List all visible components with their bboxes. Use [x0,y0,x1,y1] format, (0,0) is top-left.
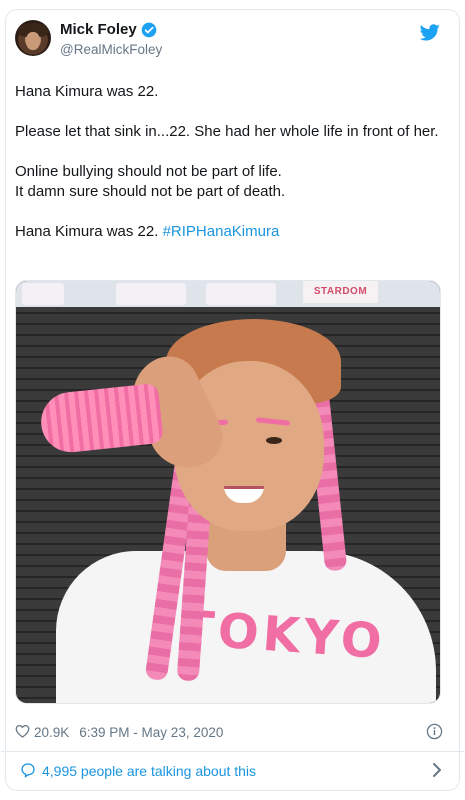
tweet-text: Hana Kimura was 22. Please let that sink… [15,82,443,262]
timestamp-link[interactable]: 6:39 PM - May 23, 2020 [79,725,223,740]
avatar[interactable] [15,20,51,56]
author-name[interactable]: Mick Foley [60,21,137,38]
tweet-paragraph-1: Hana Kimura was 22. [15,83,159,100]
author-block[interactable]: Mick Foley @RealMickFoley [60,21,162,57]
twitter-bird-icon[interactable] [419,24,440,46]
tweet-paragraph-3: Online bullying should not be part of li… [15,163,286,200]
photo-banner: STARDOM [16,281,440,307]
like-count: 20.9K [34,724,70,740]
tweet-paragraph-2: Please let that sink in...22. She had he… [15,123,439,140]
info-icon[interactable] [426,723,443,743]
divider [1,751,464,752]
author-name-row[interactable]: Mick Foley [60,21,157,38]
chevron-right-icon[interactable] [432,762,442,781]
like-button[interactable]: 20.9K [15,724,69,741]
tweet-header: Mick Foley @RealMickFoley [15,20,440,60]
tweet-paragraph-4: Hana Kimura was 22. #RIPHanaKimura [15,223,280,240]
speech-bubble-icon [20,762,36,781]
tweet-photo[interactable]: STARDOM TOKYO [15,280,441,704]
author-handle[interactable]: @RealMickFoley [60,42,162,57]
photo-banner-logo: STARDOM [303,281,378,303]
heart-icon [15,724,30,741]
conversation-link[interactable]: 4,995 people are talking about this [20,761,444,781]
verified-badge-icon [141,22,157,38]
shirt-print: TOKYO [179,600,388,671]
hashtag-link[interactable]: #RIPHanaKimura [163,223,280,240]
conversation-text[interactable]: 4,995 people are talking about this [42,763,256,779]
tweet-meta: 20.9K 6:39 PM - May 23, 2020 [15,722,443,742]
